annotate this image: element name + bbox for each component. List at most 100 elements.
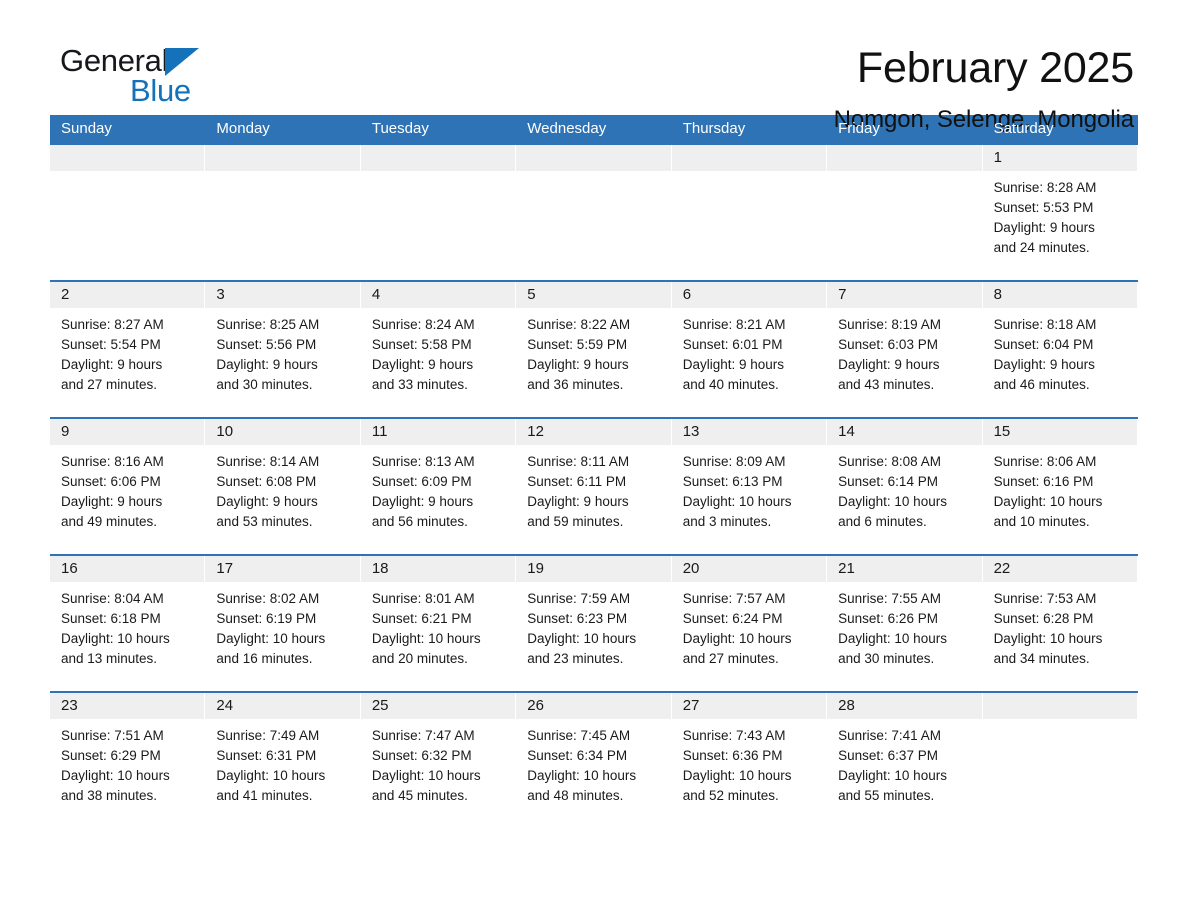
sunrise-text: Sunrise: 7:53 AM — [993, 591, 1097, 606]
day-cell[interactable]: 5 Sunrise: 8:22 AM Sunset: 5:59 PM Dayli… — [516, 282, 672, 417]
day-cell[interactable]: 11 Sunrise: 8:13 AM Sunset: 6:09 PM Dayl… — [360, 419, 517, 554]
brand-text-blue: Blue — [130, 73, 191, 108]
day-cell[interactable]: 18 Sunrise: 8:01 AM Sunset: 6:21 PM Dayl… — [360, 556, 517, 691]
page-header: General Blue February 2025 Nomgon, Selen… — [50, 0, 1138, 134]
day-cell[interactable]: 10 Sunrise: 8:14 AM Sunset: 6:08 PM Dayl… — [205, 419, 361, 554]
sunset-text: Sunset: 6:29 PM — [61, 748, 161, 763]
sunset-text: Sunset: 6:04 PM — [993, 337, 1094, 352]
calendar-page: General Blue February 2025 Nomgon, Selen… — [0, 0, 1188, 918]
daylight-text-line1: Daylight: 10 hours — [993, 494, 1103, 509]
day-details — [827, 171, 981, 178]
weekday-tuesday: Tuesday — [371, 120, 429, 137]
day-cell[interactable]: 17 Sunrise: 8:02 AM Sunset: 6:19 PM Dayl… — [205, 556, 361, 691]
daylight-text-line2: and 24 minutes. — [993, 240, 1090, 255]
sunrise-text: Sunrise: 7:57 AM — [682, 591, 786, 606]
daylight-text-line1: Daylight: 10 hours — [682, 631, 792, 646]
daylight-text-line2: and 27 minutes. — [682, 651, 779, 666]
daylight-text-line2: and 3 minutes. — [682, 514, 772, 529]
sunrise-text: Sunrise: 8:13 AM — [371, 454, 475, 469]
day-details — [983, 719, 1137, 726]
sunset-text: Sunset: 5:53 PM — [993, 200, 1094, 215]
sunset-text: Sunset: 6:24 PM — [682, 611, 783, 626]
day-cell-empty — [205, 145, 361, 280]
daylight-text-line1: Daylight: 9 hours — [216, 494, 318, 509]
day-number: 24 — [205, 693, 360, 719]
day-cell[interactable]: 27 Sunrise: 7:43 AM Sunset: 6:36 PM Dayl… — [671, 693, 828, 828]
daylight-text-line2: and 59 minutes. — [527, 514, 624, 529]
blue-triangle-logo-icon — [165, 48, 200, 76]
day-cell[interactable]: 21 Sunrise: 7:55 AM Sunset: 6:26 PM Dayl… — [827, 556, 983, 691]
day-cell[interactable]: 14 Sunrise: 8:08 AM Sunset: 6:14 PM Dayl… — [827, 419, 983, 554]
day-cell[interactable]: 9 Sunrise: 8:16 AM Sunset: 6:06 PM Dayli… — [50, 419, 206, 554]
day-number: 1 — [982, 145, 1137, 171]
sunrise-text: Sunrise: 8:08 AM — [838, 454, 941, 469]
day-cell[interactable]: 28 Sunrise: 7:41 AM Sunset: 6:37 PM Dayl… — [827, 693, 983, 828]
day-cell-empty — [50, 145, 206, 280]
daylight-text-line2: and 53 minutes. — [216, 514, 313, 529]
day-cell[interactable]: 24 Sunrise: 7:49 AM Sunset: 6:31 PM Dayl… — [205, 693, 361, 828]
day-cell[interactable]: 22 Sunrise: 7:53 AM Sunset: 6:28 PM Dayl… — [982, 556, 1138, 691]
day-details — [516, 171, 670, 178]
day-number: 23 — [50, 693, 205, 719]
day-cell[interactable]: 4 Sunrise: 8:24 AM Sunset: 5:58 PM Dayli… — [360, 282, 517, 417]
day-number: 2 — [50, 282, 205, 308]
sunrise-text: Sunrise: 7:41 AM — [838, 728, 941, 743]
daylight-text-line2: and 34 minutes. — [993, 651, 1090, 666]
day-cell[interactable]: 25 Sunrise: 7:47 AM Sunset: 6:32 PM Dayl… — [360, 693, 517, 828]
day-cell[interactable]: 26 Sunrise: 7:45 AM Sunset: 6:34 PM Dayl… — [516, 693, 672, 828]
brand-logo[interactable]: General Blue — [50, 44, 250, 116]
sunset-text: Sunset: 6:08 PM — [216, 474, 317, 489]
daylight-text-line2: and 13 minutes. — [61, 651, 158, 666]
daylight-text-line1: Daylight: 9 hours — [682, 357, 785, 372]
daylight-text-line1: Daylight: 10 hours — [216, 631, 326, 646]
daylight-text-line1: Daylight: 10 hours — [216, 768, 326, 783]
sunrise-text: Sunrise: 8:04 AM — [61, 591, 164, 606]
day-cell[interactable]: 19 Sunrise: 7:59 AM Sunset: 6:23 PM Dayl… — [516, 556, 672, 691]
day-cell[interactable]: 20 Sunrise: 7:57 AM Sunset: 6:24 PM Dayl… — [671, 556, 828, 691]
sunrise-text: Sunrise: 8:16 AM — [61, 454, 164, 469]
sunrise-text: Sunrise: 8:18 AM — [993, 317, 1097, 332]
day-details: Sunrise: 8:22 AM Sunset: 5:59 PM Dayligh… — [516, 308, 670, 395]
daylight-text-line2: and 27 minutes. — [61, 377, 158, 392]
daylight-text-line2: and 52 minutes. — [682, 788, 779, 803]
day-number: 22 — [982, 556, 1137, 582]
daylight-text-line1: Daylight: 10 hours — [527, 768, 637, 783]
day-number: 25 — [360, 693, 516, 719]
daylight-text-line2: and 46 minutes. — [993, 377, 1090, 392]
sunrise-text: Sunrise: 8:22 AM — [527, 317, 631, 332]
day-details: Sunrise: 8:08 AM Sunset: 6:14 PM Dayligh… — [827, 445, 981, 532]
day-details: Sunrise: 8:28 AM Sunset: 5:53 PM Dayligh… — [983, 171, 1137, 258]
day-cell[interactable]: 13 Sunrise: 8:09 AM Sunset: 6:13 PM Dayl… — [671, 419, 828, 554]
day-cell[interactable]: 3 Sunrise: 8:25 AM Sunset: 5:56 PM Dayli… — [205, 282, 361, 417]
week-row: 1 Sunrise: 8:28 AM Sunset: 5:53 PM Dayli… — [50, 143, 1138, 280]
day-cell[interactable]: 1 Sunrise: 8:28 AM Sunset: 5:53 PM Dayli… — [982, 145, 1138, 280]
sunset-text: Sunset: 5:59 PM — [527, 337, 628, 352]
day-number — [50, 145, 205, 171]
day-number: 8 — [982, 282, 1137, 308]
day-number: 16 — [50, 556, 205, 582]
day-cell[interactable]: 16 Sunrise: 8:04 AM Sunset: 6:18 PM Dayl… — [50, 556, 206, 691]
sunset-text: Sunset: 6:26 PM — [838, 611, 938, 626]
sunrise-text: Sunrise: 8:27 AM — [61, 317, 164, 332]
day-cell[interactable]: 8 Sunrise: 8:18 AM Sunset: 6:04 PM Dayli… — [982, 282, 1138, 417]
weekday-monday: Monday — [216, 120, 270, 137]
day-cell[interactable]: 7 Sunrise: 8:19 AM Sunset: 6:03 PM Dayli… — [827, 282, 983, 417]
sunrise-text: Sunrise: 7:59 AM — [527, 591, 631, 606]
day-cell[interactable]: 15 Sunrise: 8:06 AM Sunset: 6:16 PM Dayl… — [982, 419, 1138, 554]
day-cell[interactable]: 23 Sunrise: 7:51 AM Sunset: 6:29 PM Dayl… — [50, 693, 206, 828]
sunset-text: Sunset: 6:31 PM — [216, 748, 317, 763]
day-details — [50, 171, 204, 178]
sunrise-text: Sunrise: 7:51 AM — [61, 728, 164, 743]
day-details: Sunrise: 8:06 AM Sunset: 6:16 PM Dayligh… — [983, 445, 1137, 532]
day-cell[interactable]: 6 Sunrise: 8:21 AM Sunset: 6:01 PM Dayli… — [671, 282, 828, 417]
daylight-text-line1: Daylight: 9 hours — [993, 357, 1095, 372]
sunrise-text: Sunrise: 7:43 AM — [682, 728, 786, 743]
daylight-text-line1: Daylight: 10 hours — [527, 631, 637, 646]
daylight-text-line2: and 33 minutes. — [371, 377, 468, 392]
day-cell[interactable]: 12 Sunrise: 8:11 AM Sunset: 6:11 PM Dayl… — [516, 419, 672, 554]
day-details: Sunrise: 8:18 AM Sunset: 6:04 PM Dayligh… — [983, 308, 1137, 395]
sunrise-text: Sunrise: 8:19 AM — [838, 317, 941, 332]
day-cell[interactable]: 2 Sunrise: 8:27 AM Sunset: 5:54 PM Dayli… — [50, 282, 206, 417]
day-number: 6 — [671, 282, 827, 308]
day-number: 14 — [827, 419, 982, 445]
